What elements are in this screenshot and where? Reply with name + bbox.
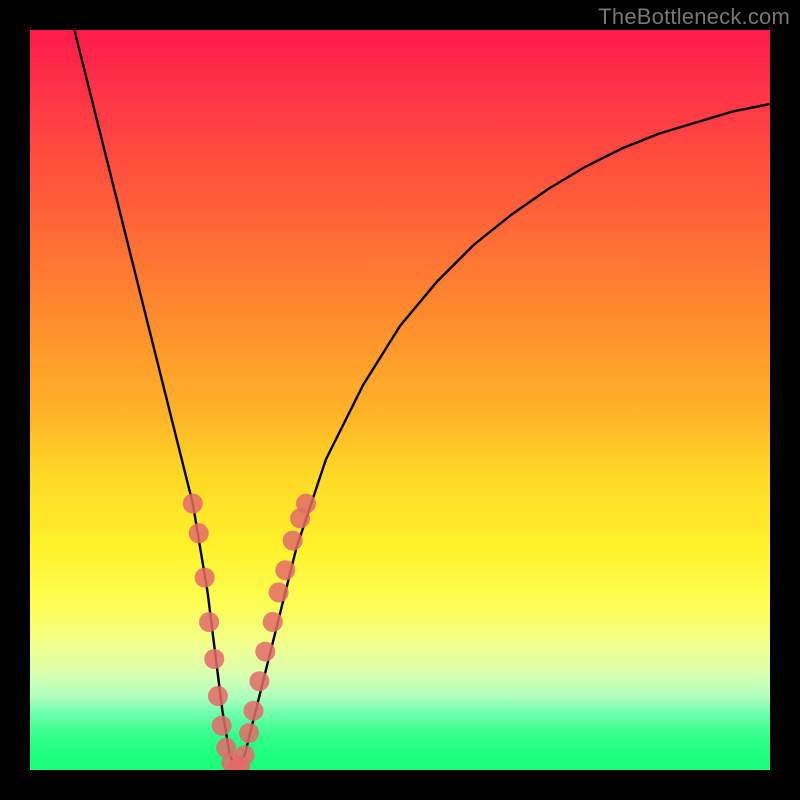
marker-dot — [263, 612, 283, 632]
marker-dot — [204, 649, 224, 669]
marker-dot — [208, 686, 228, 706]
marker-dot — [269, 582, 289, 602]
marker-dot — [195, 568, 215, 588]
marker-dot — [189, 523, 209, 543]
marker-dot — [255, 642, 275, 662]
marker-dot — [243, 701, 263, 721]
marker-dot — [235, 745, 255, 765]
marker-dot — [249, 671, 269, 691]
bottleneck-curve — [74, 30, 770, 770]
marker-dot — [283, 531, 303, 551]
marker-dot — [183, 494, 203, 514]
outer-frame: TheBottleneck.com — [0, 0, 800, 800]
chart-svg — [30, 30, 770, 770]
plot-area — [30, 30, 770, 770]
marker-dot — [199, 612, 219, 632]
marker-dot — [212, 716, 232, 736]
marker-dot — [296, 494, 316, 514]
watermark-text: TheBottleneck.com — [598, 4, 790, 30]
marker-group — [183, 494, 316, 770]
marker-dot — [239, 723, 259, 743]
marker-dot — [275, 560, 295, 580]
